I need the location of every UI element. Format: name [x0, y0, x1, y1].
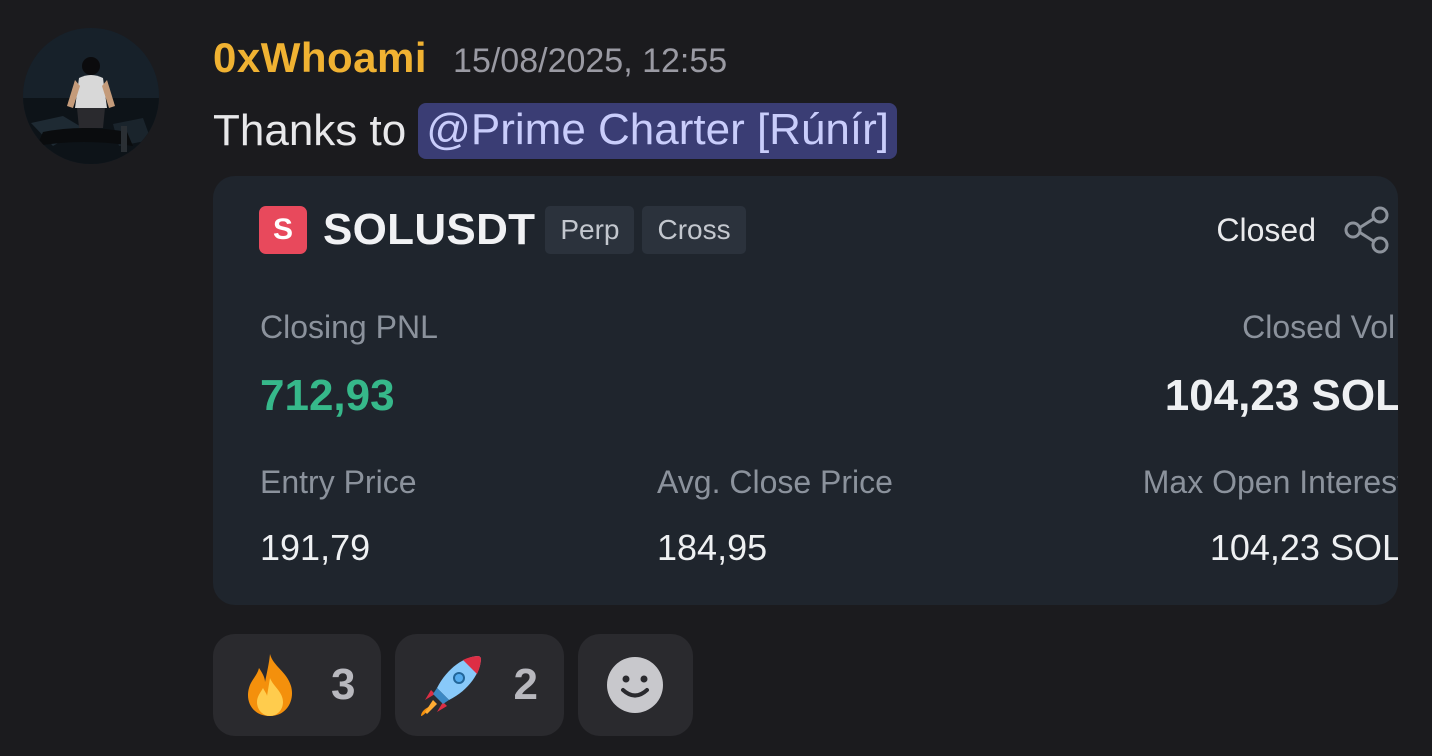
reaction-fire[interactable]: 3: [213, 634, 382, 736]
message-text: Thanks to: [213, 106, 407, 155]
card-header: S SOLUSDT Perp Cross: [259, 202, 754, 258]
avg-close-price-label: Avg. Close Price: [657, 464, 893, 500]
symbol-name: SOLUSDT: [323, 205, 536, 254]
symbol-icon: S: [259, 206, 307, 254]
smiley-icon: [607, 657, 664, 713]
closed-vol-value: 104,23 SOL: [1164, 371, 1398, 420]
reaction-rocket[interactable]: 2: [395, 634, 564, 736]
closing-pnl-label: Closing PNL: [260, 309, 438, 345]
reaction-count: 2: [513, 660, 538, 709]
entry-price-value: 191,79: [260, 527, 371, 568]
add-reaction-button[interactable]: [577, 634, 693, 736]
reaction-count: 3: [331, 660, 356, 709]
message-header: 0xWhoami 15/08/2025, 12:55: [213, 34, 727, 90]
tag-perp: Perp: [545, 206, 635, 254]
avg-close-price-value: 184,95: [657, 527, 768, 568]
max-open-interest-label: Max Open Interest: [1142, 464, 1398, 500]
tag-cross: Cross: [642, 206, 746, 254]
message-body: Thanks to @Prime Charter [Rúnír]: [213, 96, 897, 166]
entry-price-label: Entry Price: [260, 464, 417, 500]
timestamp: 15/08/2025, 12:55: [453, 42, 728, 80]
username[interactable]: 0xWhoami: [213, 34, 427, 82]
rocket-icon: [421, 656, 482, 716]
max-open-interest-value: 104,23 SOL: [1209, 527, 1398, 568]
avatar[interactable]: [23, 28, 159, 164]
trade-card: S SOLUSDT Perp Cross Closed Closing PNL …: [213, 176, 1398, 605]
share-icon[interactable]: [1340, 204, 1392, 256]
reactions-bar: 3 2: [213, 634, 693, 736]
fire-icon: [247, 654, 293, 716]
message-view: 0xWhoami 15/08/2025, 12:55 Thanks to @Pr…: [0, 0, 1432, 756]
user-mention[interactable]: @Prime Charter [Rúnír]: [418, 103, 897, 159]
closing-pnl-value: 712,93: [260, 371, 395, 420]
closed-vol-label: Closed Vol.: [1242, 309, 1398, 345]
position-status: Closed: [1216, 212, 1316, 248]
